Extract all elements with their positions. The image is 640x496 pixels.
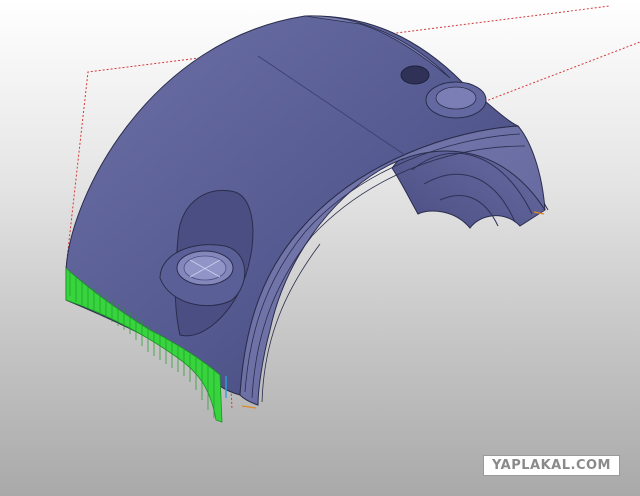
- bearing-shell-model[interactable]: [0, 0, 640, 496]
- cad-3d-viewport[interactable]: YAPLAKAL.COM: [0, 0, 640, 496]
- corner-marker: [241, 405, 257, 409]
- site-watermark: YAPLAKAL.COM: [483, 455, 620, 476]
